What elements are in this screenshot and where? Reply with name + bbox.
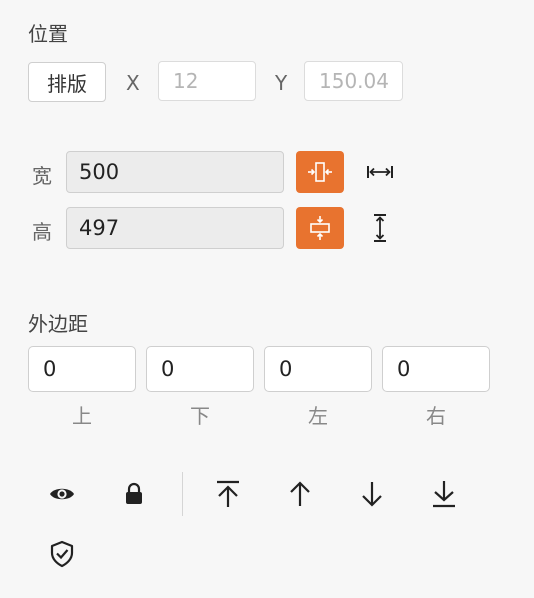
layout-button[interactable]: 排版 [28,62,106,102]
bring-to-front-button[interactable] [208,474,248,514]
stretch-width-button[interactable] [362,154,398,190]
width-label: 宽 [32,164,52,188]
margin-right-label: 右 [426,404,446,428]
margin-bottom-label: 下 [190,404,210,428]
margin-right-input[interactable]: 0 [382,346,490,392]
shield-check-icon [50,540,74,568]
fit-width-icon [308,162,332,182]
height-input[interactable]: 497 [66,207,284,249]
x-label: X [126,71,140,95]
y-label: Y [275,71,288,95]
x-input[interactable]: 12 [158,61,256,101]
send-to-back-icon [433,481,455,508]
width-input[interactable]: 500 [66,151,284,193]
protect-toggle[interactable] [42,534,82,574]
bring-forward-button[interactable] [280,474,320,514]
eye-icon [50,488,74,500]
toolbar-divider [182,472,183,516]
margin-bottom-input[interactable]: 0 [146,346,254,392]
visibility-toggle[interactable] [42,474,82,514]
stretch-height-button[interactable] [362,210,398,246]
lock-icon [126,482,142,504]
fit-width-button[interactable] [296,151,344,193]
position-section-title: 位置 [28,22,68,46]
stretch-height-icon [374,214,386,242]
y-input[interactable]: 150.04 [304,61,403,101]
bring-to-front-icon [217,480,239,507]
arrow-up-icon [290,481,310,506]
height-label: 高 [32,220,52,244]
arrow-down-icon [362,482,382,507]
margin-top-label: 上 [72,404,92,428]
lock-toggle[interactable] [114,474,154,514]
send-to-back-button[interactable] [424,474,464,514]
margin-left-input[interactable]: 0 [264,346,372,392]
margin-top-input[interactable]: 0 [28,346,136,392]
send-backward-button[interactable] [352,474,392,514]
margin-left-label: 左 [308,404,328,428]
fit-height-icon [310,216,330,240]
margin-section-title: 外边距 [28,312,88,336]
fit-height-button[interactable] [296,207,344,249]
stretch-width-icon [367,166,393,178]
